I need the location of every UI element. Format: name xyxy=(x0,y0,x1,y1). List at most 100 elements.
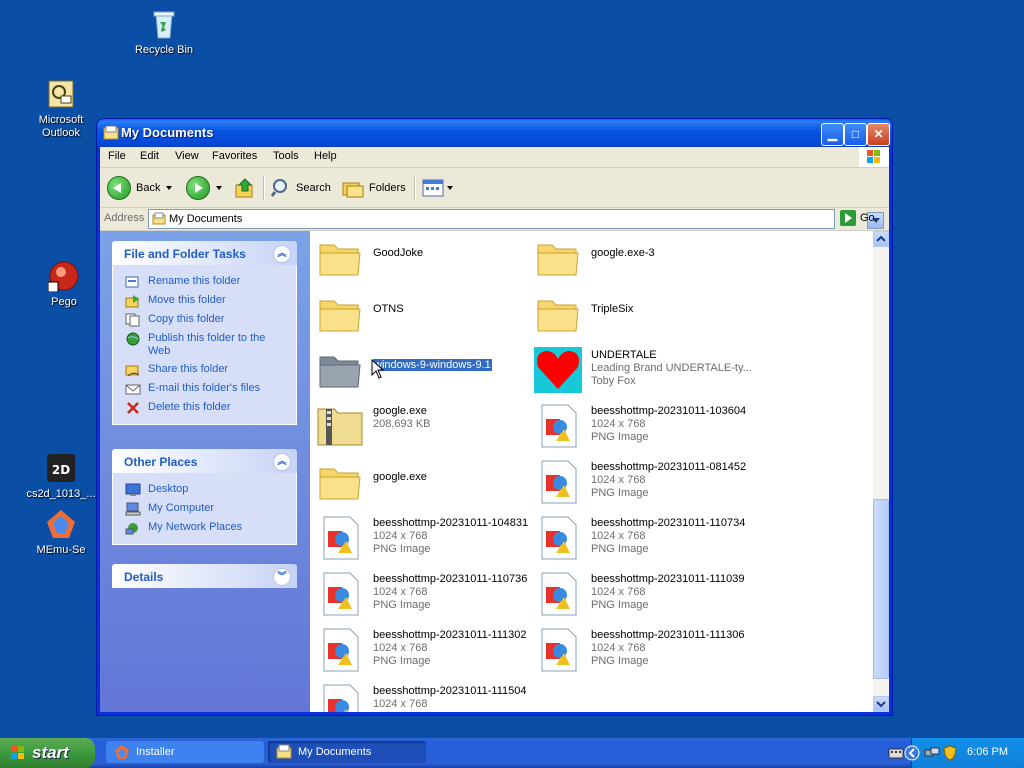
address-value: My Documents xyxy=(169,213,243,225)
back-button[interactable]: Back xyxy=(107,175,173,201)
file-dimensions: 1024 x 768 xyxy=(373,698,428,710)
panel-header[interactable]: Other Places ︽ xyxy=(112,449,297,473)
place-my-network-places[interactable]: My Network Places xyxy=(113,519,296,538)
panel-header[interactable]: File and Folder Tasks ︽ xyxy=(112,241,297,265)
desktop-icon-cs2d[interactable]: 2D cs2d_1013_... xyxy=(16,452,106,501)
task-delete-folder[interactable]: Delete this folder xyxy=(113,399,296,418)
file-item[interactable]: beesshottmp-20231011-081452 1024 x 768 P… xyxy=(534,457,749,507)
task-email-files[interactable]: E-mail this folder's files xyxy=(113,380,296,399)
folders-icon xyxy=(342,182,364,198)
folders-button[interactable]: Folders xyxy=(342,175,406,201)
png-image-icon xyxy=(541,516,577,560)
scroll-down-button[interactable] xyxy=(873,696,889,712)
file-name[interactable]: windows-9-windows-9.1 xyxy=(373,359,492,371)
folder-item[interactable]: TripleSix xyxy=(534,289,749,339)
start-button[interactable]: start xyxy=(0,738,95,768)
folder-item[interactable]: google.exe xyxy=(316,457,531,507)
folder-item[interactable]: GoodJoke xyxy=(316,233,531,283)
network-tray-icon[interactable] xyxy=(924,745,940,761)
task-publish-folder[interactable]: Publish this folder to the Web xyxy=(113,330,296,361)
place-my-computer[interactable]: My Computer xyxy=(113,500,296,519)
memu-icon xyxy=(45,508,77,540)
folder-item-selected[interactable]: windows-9-windows-9.1 xyxy=(316,345,531,395)
file-size: 208,693 KB xyxy=(373,418,431,430)
menu-edit[interactable]: Edit xyxy=(140,150,159,162)
png-image-icon xyxy=(323,628,359,672)
scroll-up-button[interactable] xyxy=(873,231,889,247)
maximize-button[interactable]: □ xyxy=(844,123,867,146)
go-label: Go xyxy=(860,212,875,224)
menu-tools[interactable]: Tools xyxy=(273,150,299,162)
chevron-down-icon[interactable] xyxy=(166,186,173,190)
file-type: PNG Image xyxy=(591,543,649,555)
toolbar-separator xyxy=(414,176,416,200)
window-title: My Documents xyxy=(121,125,214,140)
vertical-scrollbar[interactable] xyxy=(873,231,889,712)
up-folder-button[interactable] xyxy=(234,175,256,201)
desktop-icon-outlook[interactable]: Microsoft Outlook xyxy=(16,78,106,140)
file-item[interactable]: beesshottmp-20231011-110736 1024 x 768 P… xyxy=(316,569,531,619)
rename-icon xyxy=(125,276,139,288)
collapse-icon[interactable]: ︽ xyxy=(273,245,291,263)
my-computer-icon xyxy=(125,502,141,516)
file-item[interactable]: beesshottmp-20231011-104831 1024 x 768 P… xyxy=(316,513,531,563)
folder-item[interactable]: OTNS xyxy=(316,289,531,339)
place-desktop[interactable]: Desktop xyxy=(113,481,296,500)
file-item[interactable]: beesshottmp-20231011-103604 1024 x 768 P… xyxy=(534,401,749,451)
search-button[interactable]: Search xyxy=(271,175,331,201)
file-name: beesshottmp-20231011-111302 xyxy=(373,629,527,641)
file-item[interactable]: beesshottmp-20231011-111504 1024 x 768 xyxy=(316,681,531,712)
views-button[interactable] xyxy=(422,175,453,201)
menu-help[interactable]: Help xyxy=(314,150,337,162)
menu-favorites[interactable]: Favorites xyxy=(212,150,257,162)
panel-header[interactable]: Details ︾ xyxy=(112,564,297,588)
expand-icon[interactable]: ︾ xyxy=(273,568,291,586)
collapse-icon[interactable]: ︽ xyxy=(273,453,291,471)
desktop-icon-memu[interactable]: MEmu-Se xyxy=(16,508,106,557)
file-item[interactable]: UNDERTALE Leading Brand UNDERTALE-ty... … xyxy=(534,345,752,395)
toolbar-separator xyxy=(263,176,265,200)
pego-icon xyxy=(47,260,80,293)
forward-button[interactable] xyxy=(186,175,222,201)
title-bar[interactable]: My Documents ▁ □ ✕ xyxy=(97,119,892,147)
file-item[interactable]: google.exe 208,693 KB xyxy=(316,401,531,451)
address-label: Address xyxy=(104,212,145,224)
file-name: beesshottmp-20231011-110736 xyxy=(373,573,528,585)
desktop-icon-recycle-bin[interactable]: Recycle Bin xyxy=(119,8,209,57)
png-image-icon xyxy=(541,460,577,504)
taskbar-item-installer[interactable]: Installer xyxy=(106,741,264,763)
folder-item[interactable]: google.exe-3 xyxy=(534,233,749,283)
folder-icon xyxy=(319,468,361,500)
task-copy-folder[interactable]: Copy this folder xyxy=(113,311,296,330)
menu-view[interactable]: View xyxy=(175,150,199,162)
clock[interactable]: 6:06 PM xyxy=(967,746,1008,758)
file-name: GoodJoke xyxy=(373,247,424,259)
address-input[interactable]: My Documents xyxy=(148,209,884,229)
file-item[interactable]: beesshottmp-20231011-111306 1024 x 768 P… xyxy=(534,625,749,675)
menu-file[interactable]: File xyxy=(108,150,126,162)
menu-bar: File Edit View Favorites Tools Help xyxy=(100,147,889,168)
file-name: OTNS xyxy=(373,303,404,315)
task-rename-folder[interactable]: Rename this folder xyxy=(113,273,296,292)
file-item[interactable]: beesshottmp-20231011-111302 1024 x 768 P… xyxy=(316,625,531,675)
outlook-icon xyxy=(45,78,77,110)
file-item[interactable]: beesshottmp-20231011-110734 1024 x 768 P… xyxy=(534,513,749,563)
file-type: PNG Image xyxy=(591,599,649,611)
chevron-down-icon[interactable] xyxy=(447,186,453,190)
taskbar-item-my-documents[interactable]: My Documents xyxy=(268,741,426,763)
task-share-folder[interactable]: Share this folder xyxy=(113,361,296,380)
go-button[interactable]: Go xyxy=(840,210,875,226)
desktop-icon-label: cs2d_1013_... xyxy=(26,488,96,500)
close-button[interactable]: ✕ xyxy=(867,123,890,146)
heart-icon xyxy=(534,347,582,393)
scroll-thumb[interactable] xyxy=(873,499,889,679)
chevron-left-icon[interactable] xyxy=(904,745,920,761)
minimize-button[interactable]: ▁ xyxy=(821,123,844,146)
keyboard-icon[interactable] xyxy=(888,746,904,760)
search-label: Search xyxy=(296,182,331,194)
desktop-icon-pego[interactable]: Pego xyxy=(19,260,109,309)
task-move-folder[interactable]: Move this folder xyxy=(113,292,296,311)
security-shield-icon[interactable] xyxy=(942,745,958,761)
file-item[interactable]: beesshottmp-20231011-111039 1024 x 768 P… xyxy=(534,569,749,619)
chevron-down-icon[interactable] xyxy=(216,186,222,190)
